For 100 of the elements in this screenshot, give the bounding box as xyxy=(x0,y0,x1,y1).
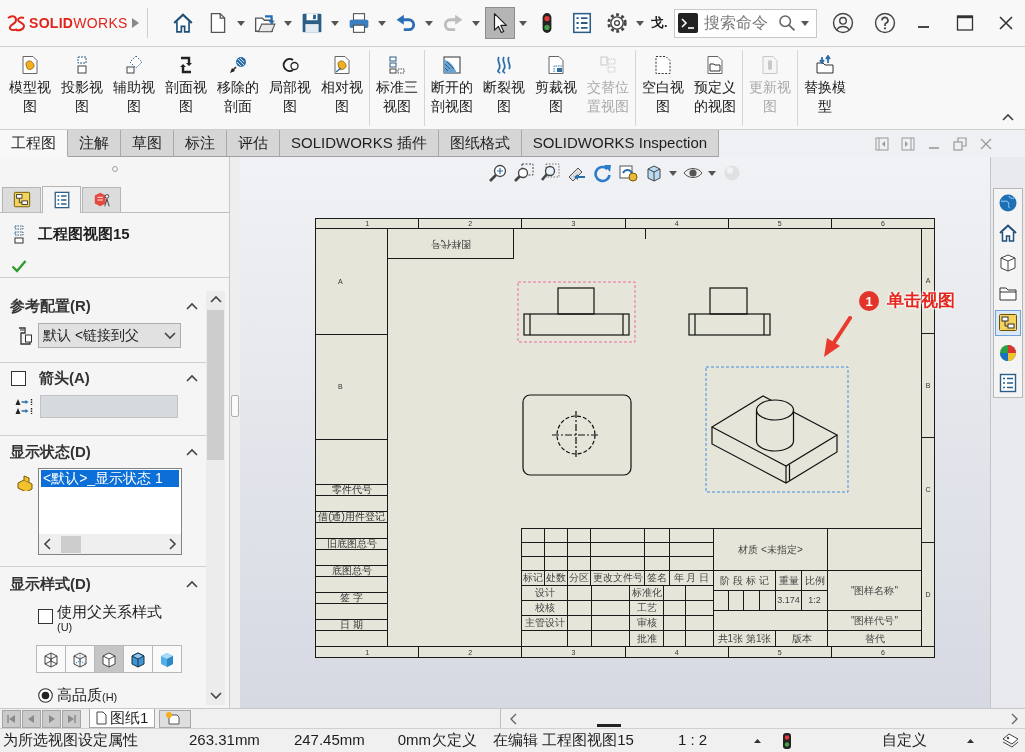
tile-left-icon[interactable] xyxy=(875,136,889,151)
task-pane-tab[interactable] xyxy=(995,310,1021,336)
search-icon[interactable] xyxy=(777,14,796,32)
caret-down-icon[interactable] xyxy=(284,20,292,26)
chevron-up-icon[interactable] xyxy=(209,295,222,303)
auxiliary-button[interactable]: 辅助视图 xyxy=(108,47,160,116)
scrollbar-thumb[interactable] xyxy=(597,724,621,727)
front-view-drawing[interactable] xyxy=(517,281,636,343)
caret-down-icon[interactable] xyxy=(636,20,644,26)
caret-down-icon[interactable] xyxy=(425,20,433,26)
caret-down-icon[interactable] xyxy=(800,20,809,26)
detail-button[interactable]: 局部视图 xyxy=(264,47,316,116)
horizontal-scrollbar[interactable] xyxy=(39,534,181,554)
scrollbar-thumb[interactable] xyxy=(61,535,81,553)
unit-system[interactable]: 自定义 xyxy=(882,729,928,752)
close-icon[interactable] xyxy=(997,15,1014,31)
display-style-button[interactable] xyxy=(94,645,124,673)
tab[interactable]: 图纸格式 xyxy=(438,130,522,157)
display-style-button[interactable] xyxy=(123,645,153,673)
isometric-view-drawing[interactable] xyxy=(705,366,849,493)
skip-back-icon[interactable] xyxy=(2,709,21,728)
panel-tab[interactable] xyxy=(2,187,41,212)
forward-icon[interactable] xyxy=(42,709,61,728)
model-view-button[interactable]: 模型视图 xyxy=(4,47,56,116)
search-box[interactable]: 搜索命令 xyxy=(673,8,817,38)
chevron-up-icon[interactable] xyxy=(186,580,198,588)
caret-down-icon[interactable] xyxy=(378,20,386,26)
magnifier-icon[interactable] xyxy=(488,163,508,183)
magnifier-frame-icon[interactable] xyxy=(514,163,534,183)
skip-forward-icon[interactable] xyxy=(62,709,81,728)
tab[interactable]: 工程图 xyxy=(0,130,68,157)
sheet-tab[interactable]: 图纸1 xyxy=(89,709,156,728)
display-state-list[interactable]: <默认>_显示状态 1 xyxy=(38,468,182,555)
arrow-label-field[interactable] xyxy=(40,395,178,418)
panel-tab[interactable] xyxy=(42,186,81,213)
display-style-button[interactable] xyxy=(152,645,182,673)
cube-icon[interactable] xyxy=(644,163,664,183)
section-button[interactable]: 剖面视图 xyxy=(160,47,212,116)
standard-three-button[interactable]: 标准三视图 xyxy=(371,47,423,116)
configuration-dropdown[interactable]: 默认 <链接到父 xyxy=(38,323,181,348)
tab[interactable]: SOLIDWORKS 插件 xyxy=(280,130,439,157)
caret-down-icon[interactable] xyxy=(237,20,245,26)
broken-out-button[interactable]: 断开的剖视图 xyxy=(426,47,478,116)
select-button[interactable] xyxy=(485,7,515,39)
maximize-icon[interactable] xyxy=(955,14,974,32)
page-rotate-icon[interactable] xyxy=(618,163,638,183)
terminal-icon[interactable] xyxy=(677,13,698,33)
table-cell: 标准化 xyxy=(630,586,664,601)
tile-right-icon[interactable] xyxy=(901,136,915,151)
scrollbar-thumb[interactable] xyxy=(207,310,224,460)
tab[interactable]: 标注 xyxy=(174,130,227,157)
display-style-button[interactable] xyxy=(65,645,95,673)
empty-button[interactable]: 空白视图 xyxy=(637,47,689,116)
drag-handle-icon[interactable] xyxy=(111,166,118,172)
chevron-up-icon[interactable] xyxy=(1002,113,1014,121)
radio-button[interactable] xyxy=(38,687,53,703)
stacked-layers-icon[interactable] xyxy=(1001,732,1019,749)
list-item[interactable]: <默认>_显示状态 1 xyxy=(41,470,179,487)
check-icon[interactable] xyxy=(11,258,27,273)
checkbox[interactable] xyxy=(11,370,26,386)
predefined-button[interactable]: 预定义的视图 xyxy=(689,47,741,116)
caret-up-icon[interactable] xyxy=(967,738,975,743)
account-icon[interactable] xyxy=(831,12,854,34)
break-button[interactable]: 断裂视图 xyxy=(478,47,530,116)
crop-button[interactable]: 剪裁视图 xyxy=(530,47,582,116)
back-icon[interactable] xyxy=(22,709,41,728)
chevron-left-icon[interactable] xyxy=(509,712,517,725)
chevron-left-icon[interactable] xyxy=(43,538,51,550)
chevron-right-icon[interactable] xyxy=(169,538,177,550)
relative-button[interactable]: 相对视图 xyxy=(316,47,368,116)
tab[interactable]: 草图 xyxy=(121,130,174,157)
display-style-button[interactable] xyxy=(36,645,66,673)
traffic-light-icon[interactable] xyxy=(783,732,792,749)
expand-arrow-icon[interactable] xyxy=(132,18,139,28)
removed-section-button[interactable]: 移除的剖面 xyxy=(212,47,264,116)
chevron-down-icon[interactable] xyxy=(209,692,222,700)
chevron-up-icon[interactable] xyxy=(186,448,198,456)
chevron-up-icon[interactable] xyxy=(186,302,198,310)
checkbox[interactable] xyxy=(38,609,53,624)
caret-down-icon[interactable] xyxy=(708,170,716,176)
magnifier-dashed-icon[interactable] xyxy=(540,163,560,183)
caret-up-icon[interactable] xyxy=(754,738,762,743)
tab[interactable]: 注解 xyxy=(68,130,121,157)
vertical-scrollbar[interactable] xyxy=(206,291,225,705)
chevron-right-icon[interactable] xyxy=(1011,712,1019,725)
chevron-up-icon[interactable] xyxy=(186,374,198,382)
caret-down-icon[interactable] xyxy=(669,170,677,176)
scale-readout[interactable]: 1 : 2 xyxy=(677,729,708,752)
help-icon[interactable] xyxy=(873,12,896,34)
caret-down-icon[interactable] xyxy=(519,20,527,26)
panel-splitter-handle[interactable] xyxy=(231,395,239,417)
caret-down-icon[interactable] xyxy=(331,20,339,26)
rotate-icon[interactable] xyxy=(592,163,612,183)
tab[interactable]: 评估 xyxy=(227,130,280,157)
tab[interactable]: SOLIDWORKS Inspection xyxy=(521,130,720,157)
add-sheet-icon[interactable] xyxy=(159,709,192,728)
replace-button[interactable]: 替换模型 xyxy=(799,47,851,116)
panel-tab[interactable] xyxy=(82,187,121,212)
search-field[interactable]: 搜索命令 xyxy=(703,11,774,35)
projected-button[interactable]: 投影视图 xyxy=(56,47,108,116)
